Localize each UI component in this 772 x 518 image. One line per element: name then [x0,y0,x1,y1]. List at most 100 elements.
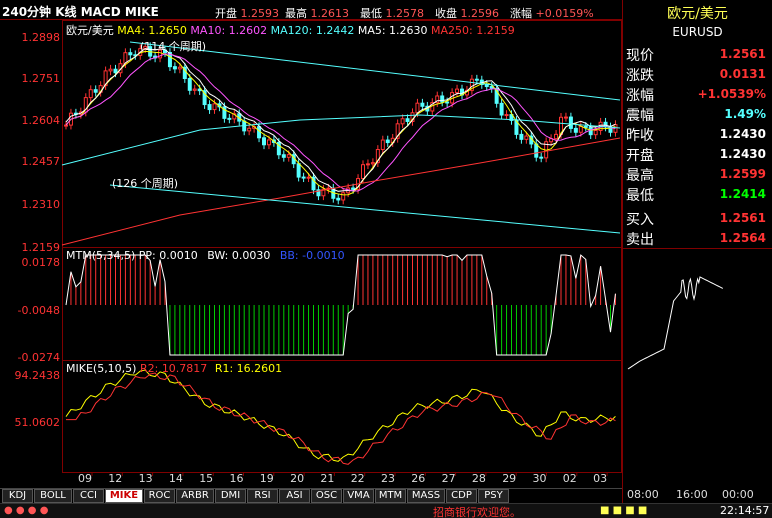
quote-row-value: 1.49% [724,107,766,121]
candle-body [568,116,573,129]
kline-ytick: 1.2310 [21,198,61,211]
tab-mtm[interactable]: MTM [375,489,406,503]
ma-legend: MA4: 1.2650 MA10: 1.2602 MA120: 1.2442 M… [117,24,515,37]
mike-r2: R2: 10.7817 [139,362,208,375]
candle-body [177,66,182,70]
x-tick-label: 13 [138,472,153,485]
quote-label: 开盘 [215,7,241,20]
ma-item: MA250: 1.2159 [427,24,515,37]
candle-body [247,127,252,132]
x-tick-label: 29 [502,472,517,485]
quote-4: 涨幅 +0.0159% [510,5,594,21]
tab-rsi[interactable]: RSI [247,489,278,503]
tab-boll[interactable]: BOLL [34,489,72,503]
quote-row-label: 昨收 [626,128,654,144]
tab-vma[interactable]: VMA [343,489,374,503]
tab-roc[interactable]: ROC [144,489,175,503]
candle-body [539,156,544,159]
trend-lower-line [109,184,621,234]
symbol-name: 欧元/美元 [667,6,728,22]
candle-body [128,52,133,56]
mike-r1: R1: 16.2601 [214,362,283,375]
quote-row-label: 买入 [626,212,654,228]
quote-label: 收盘 [435,7,461,20]
tab-cci[interactable]: CCI [73,489,104,503]
candle-body [474,78,479,81]
mtm-legend: MTM(5,34,5) PP: 0.0010 BW: 0.0030 BB: -0… [66,249,345,262]
mike-ytick: 51.0602 [14,416,61,429]
candle-body [573,127,578,133]
candle-body [365,163,370,166]
quote-row-value: 1.2561 [719,47,766,61]
candle-body [286,154,291,158]
candle-body [578,125,583,133]
mike-r2-line [66,372,616,465]
candle-body [227,117,232,120]
tab-kdj[interactable]: KDJ [2,489,33,503]
tab-dmi[interactable]: DMI [215,489,246,503]
x-tick-label: 28 [471,472,486,485]
candle-body [455,88,460,94]
mtm-pp: PP: 0.0010 [138,249,198,262]
mtm-line [65,254,616,356]
ma-item: MA4: 1.2650 [117,24,187,37]
quote-row: 最低 1.2414 [626,185,770,205]
status-icons[interactable]: ● ● ● ● [4,505,48,516]
tab-mike[interactable]: MIKE [105,489,143,503]
quote-row-value: 1.2599 [719,167,766,181]
candle-body [341,192,346,201]
ma-item: MA5: 1.2630 [354,24,428,37]
quote-row-value: +1.0539% [697,87,766,101]
candle-body [499,102,504,116]
quote-row: 买入 1.2561 [626,209,770,229]
ma4-line [65,50,616,196]
intraday-chart[interactable] [623,248,772,486]
status-tools-icon[interactable]: ■ ■ ■ ■ [600,505,647,516]
tab-psy[interactable]: PSY [478,489,509,503]
x-tick-label: 16 [229,472,244,485]
tab-arbr[interactable]: ARBR [176,489,214,503]
kline-legend: 欧元/美元 MA4: 1.2650 MA10: 1.2602 MA120: 1.… [66,22,515,38]
x-tick-label: 30 [532,472,547,485]
intraday-price-line [627,276,724,370]
kline-frame [62,20,622,248]
kline-ytick: 1.2159 [21,241,61,254]
kline-ytick: 1.2898 [21,31,61,44]
mtm-frame [62,247,622,361]
quote-row: 开盘 1.2430 [626,145,770,165]
candle-body [192,88,197,91]
quote-value: 1.2596 [460,7,500,20]
x-tick-label: 14 [168,472,183,485]
status-bar [0,503,772,518]
x-tick-label: 22 [350,472,365,485]
x-tick-label: 19 [259,472,274,485]
candle-body [88,89,93,99]
candle-body [583,125,588,128]
candle-body [593,129,598,136]
quote-row: 卖出 1.2564 [626,229,770,249]
quote-label: 最高 [285,7,311,20]
mike-name: MIKE(5,10,5) [66,362,137,375]
tab-osc[interactable]: OSC [311,489,342,503]
tab-mass[interactable]: MASS [407,489,445,503]
tab-asi[interactable]: ASI [279,489,310,503]
candle-body [380,139,385,151]
candle-body [588,126,593,136]
candle-body [262,137,266,146]
kline-ytick: 1.2604 [21,114,61,127]
candle-body [445,101,450,104]
quote-row-value: 1.2564 [719,231,766,245]
quote-row: 涨跌 0.0131 [626,65,770,85]
x-tick-label: 09 [78,472,92,485]
kline-ytick: 1.2751 [21,72,61,85]
mtm-ytick: 0.0178 [21,256,61,269]
quote-0: 开盘 1.2593 [215,5,279,21]
tab-cdp[interactable]: CDP [446,489,477,503]
quote-value: +0.0159% [535,7,594,20]
quote-row-value: 0.0131 [719,67,766,81]
candle-body [554,133,559,140]
mike-r1-line [65,369,616,462]
quote-row: 最高 1.2599 [626,165,770,185]
kline-name: 欧元/美元 [66,24,114,37]
ma-item: MA120: 1.2442 [267,24,355,37]
